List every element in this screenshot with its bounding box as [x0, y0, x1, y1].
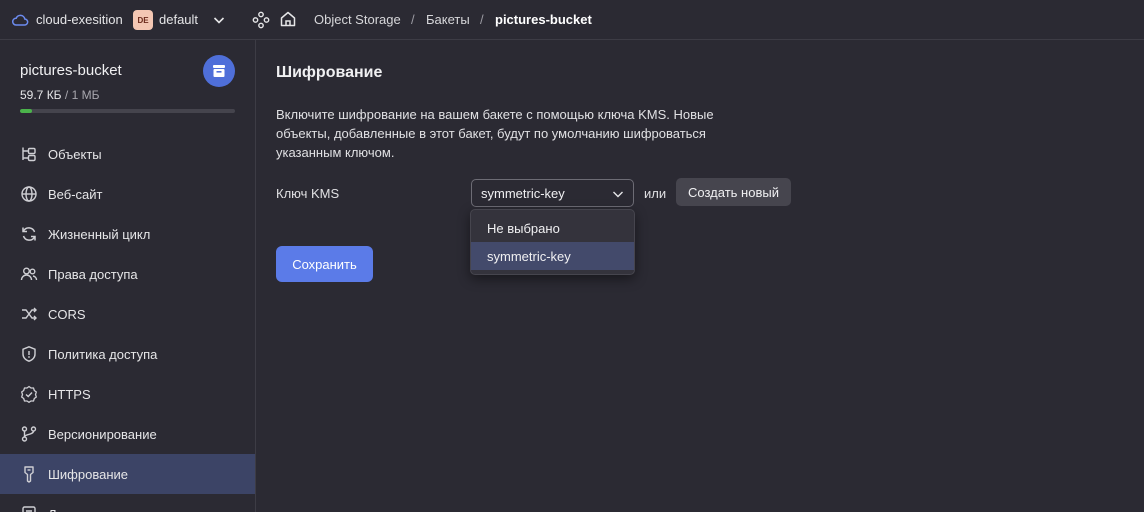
sidebar-item-website[interactable]: Веб-сайт [0, 174, 255, 214]
cloud-icon[interactable] [11, 11, 29, 29]
storage-usage: 59.7 КБ / 1 МБ [20, 88, 99, 102]
sidebar-item-lifecycle[interactable]: Жизненный цикл [0, 214, 255, 254]
sidebar: pictures-bucket 59.7 КБ / 1 МБ Объекты В… [0, 40, 256, 512]
encryption-description: Включите шифрование на вашем бакете с по… [276, 107, 714, 160]
key-icon [24, 466, 34, 483]
sidebar-item-label: Л [48, 507, 57, 512]
usage-total: 1 МБ [71, 88, 100, 102]
sidebar-item-label: CORS [48, 306, 86, 322]
kms-key-select[interactable]: symmetric-key [471, 179, 634, 207]
sidebar-item-https[interactable]: HTTPS [0, 374, 255, 414]
breadcrumb-buckets[interactable]: Бакеты [426, 12, 470, 27]
folder-name[interactable]: default [159, 12, 198, 27]
bucket-icon [213, 65, 225, 77]
usage-used: 59.7 КБ [20, 88, 62, 102]
usage-separator: / [61, 88, 72, 102]
https-icon [20, 385, 38, 403]
log-icon [22, 506, 36, 512]
sidebar-item-access-policy[interactable]: Политика доступа [0, 334, 255, 374]
usage-progress-bar [20, 109, 235, 113]
top-bar: cloud-exesition DE default Object Storag… [0, 0, 1144, 40]
sidebar-item-access-rights[interactable]: Права доступа [0, 254, 255, 294]
sidebar-item-versioning[interactable]: Версионирование [0, 414, 255, 454]
or-text: или [644, 186, 667, 201]
sidebar-item-label: HTTPS [48, 386, 91, 402]
kms-key-selected-value: symmetric-key [481, 185, 565, 201]
sidebar-item-label: Шифрование [48, 466, 128, 482]
dropdown-option-none[interactable]: Не выбрано [471, 214, 634, 242]
page-title: Шифрование [276, 64, 383, 81]
kms-key-dropdown: Не выбрано symmetric-key [470, 209, 635, 275]
sidebar-item-logging[interactable]: Л [0, 494, 255, 512]
sidebar-item-label: Политика доступа [48, 346, 158, 362]
breadcrumb-separator: / [411, 12, 415, 27]
sidebar-nav: Объекты Веб-сайт Жизненный цикл Права до… [0, 134, 255, 512]
lifecycle-icon [22, 227, 36, 241]
globe-icon [21, 186, 37, 202]
cors-icon [22, 307, 37, 321]
users-icon [20, 267, 38, 281]
objects-icon [22, 147, 36, 162]
home-icon[interactable] [279, 10, 297, 28]
sidebar-item-cors[interactable]: CORS [0, 294, 255, 334]
sidebar-item-objects[interactable]: Объекты [0, 134, 255, 174]
chevron-down-icon[interactable] [212, 13, 226, 27]
sidebar-item-label: Веб-сайт [48, 186, 103, 202]
usage-progress-fill [20, 109, 33, 113]
sidebar-item-label: Жизненный цикл [48, 226, 151, 242]
sidebar-item-encryption[interactable]: Шифрование [0, 454, 255, 494]
versioning-icon [21, 426, 37, 442]
save-button[interactable]: Сохранить [276, 246, 373, 282]
chevron-down-icon [613, 191, 623, 198]
create-new-key-button[interactable]: Создать новый [676, 178, 791, 206]
bucket-avatar [203, 55, 235, 87]
breadcrumb-current: pictures-bucket [495, 12, 592, 27]
services-icon[interactable] [252, 11, 270, 29]
sidebar-item-label: Объекты [48, 146, 102, 162]
cloud-name[interactable]: cloud-exesition [36, 12, 123, 27]
breadcrumb-object-storage[interactable]: Object Storage [314, 12, 401, 27]
bucket-name: pictures-bucket [20, 62, 122, 79]
breadcrumb-separator: / [480, 12, 484, 27]
kms-key-label: Ключ KMS [276, 186, 340, 201]
sidebar-item-label: Права доступа [48, 266, 138, 282]
shield-icon [22, 346, 36, 362]
folder-badge[interactable]: DE [133, 10, 153, 30]
sidebar-item-label: Версионирование [48, 426, 157, 442]
main-content: Шифрование Включите шифрование на вашем … [256, 40, 1144, 512]
dropdown-option-symmetric-key[interactable]: symmetric-key [471, 242, 634, 270]
